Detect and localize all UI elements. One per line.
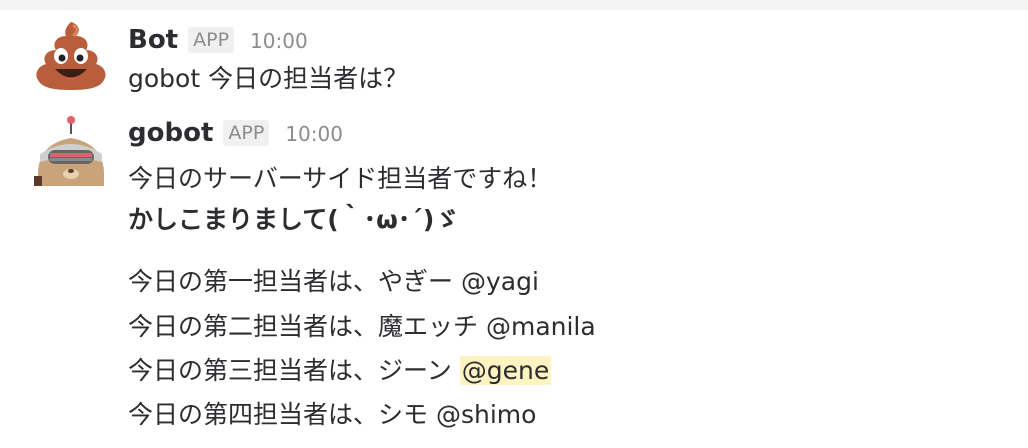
user-mention-highlighted[interactable]: @gene — [459, 356, 552, 385]
assignment-text: 今日の第一担当者は、やぎー — [128, 267, 454, 296]
poop-emoji-icon[interactable] — [34, 18, 108, 92]
sender-name[interactable]: gobot — [128, 118, 213, 148]
timestamp[interactable]: 10:00 — [285, 122, 343, 146]
assignment-text: 今日の第二担当者は、魔エッチ — [128, 312, 479, 341]
timestamp[interactable]: 10:00 — [250, 29, 308, 53]
user-mention[interactable]: @manila — [486, 312, 596, 341]
top-divider — [0, 0, 1028, 10]
app-badge: APP — [223, 120, 270, 146]
app-badge: APP — [188, 27, 235, 53]
assignment-text: 今日の第三担当者は、ジーン — [128, 356, 452, 385]
user-mention[interactable]: @shimo — [436, 400, 536, 429]
user-mention[interactable]: @yagi — [461, 267, 539, 296]
assignment-line: 今日の第三担当者は、ジーン @gene — [128, 354, 552, 388]
gopher-robot-icon[interactable] — [34, 114, 108, 190]
assignment-line: 今日の第二担当者は、魔エッチ @manila — [128, 310, 596, 344]
sender-name[interactable]: Bot — [128, 25, 178, 55]
assignment-text: 今日の第四担当者は、シモ — [128, 400, 429, 429]
message-text: gobot 今日の担当者は？ — [128, 64, 409, 93]
assignment-line: 今日の第一担当者は、やぎー @yagi — [128, 265, 539, 299]
message-line-bold: かしこまりまして(｀･ω･´)ゞ — [128, 205, 460, 234]
assignment-line: 今日の第四担当者は、シモ @shimo — [128, 398, 536, 432]
message-line: 今日のサーバーサイド担当者ですね！ — [128, 164, 553, 193]
